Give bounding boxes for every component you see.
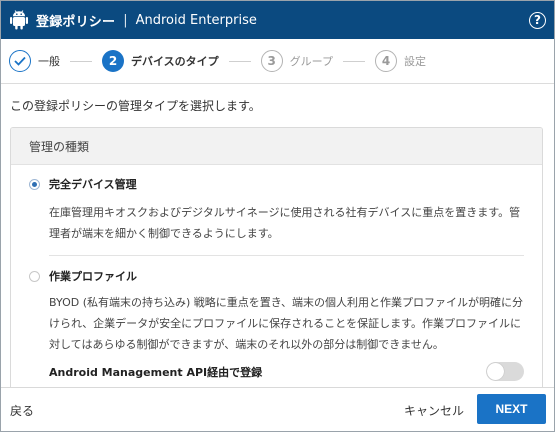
radio-unselected[interactable]: [29, 271, 40, 282]
dialog-title: 登録ポリシー: [36, 14, 116, 30]
enrollment-policy-dialog: 登録ポリシー | Android Enterprise ? 一般 2 デバイスの…: [0, 0, 555, 432]
footer-bar: 戻る キャンセル NEXT: [1, 387, 554, 431]
option-description: BYOD (私有端末の持ち込み) 戦略に重点を置き、端末の個人利用と作業プロファ…: [49, 296, 523, 351]
toggle-knob: [487, 363, 504, 380]
step-label: 一般: [38, 55, 60, 68]
wizard-steps: 一般 2 デバイスのタイプ 3 グループ 4 設定: [1, 39, 554, 84]
management-type-card: 管理の種類 完全デバイス管理 在庫管理用キオスクおよびデジタルサイネージに使用さ…: [10, 127, 543, 390]
option-label: 作業プロファイル: [49, 270, 137, 283]
option-description: 在庫管理用キオスクおよびデジタルサイネージに使用される社有デバイスに重点を置きま…: [49, 206, 521, 240]
radio-selected[interactable]: [29, 179, 40, 190]
next-button[interactable]: NEXT: [477, 394, 546, 424]
cancel-button[interactable]: キャンセル: [404, 402, 464, 419]
intro-text: この登録ポリシーの管理タイプを選択します。: [10, 99, 261, 113]
step-general[interactable]: 一般: [9, 50, 60, 72]
divider: [49, 255, 524, 256]
step-device-type[interactable]: 2 デバイスのタイプ: [102, 50, 219, 72]
ama-enroll-toggle[interactable]: [486, 362, 524, 381]
dialog-subtitle: Android Enterprise: [135, 12, 257, 28]
step-number: 4: [375, 50, 398, 72]
step-number: 2: [102, 50, 124, 72]
help-icon[interactable]: ?: [529, 11, 546, 29]
checkmark-icon: [9, 50, 31, 72]
step-label: 設定: [404, 55, 427, 68]
step-connector: [343, 60, 366, 62]
step-groups[interactable]: 3 グループ: [260, 50, 334, 72]
android-icon: [10, 10, 28, 30]
step-label: グループ: [289, 55, 334, 68]
back-button[interactable]: 戻る: [10, 402, 34, 419]
header-bar: 登録ポリシー | Android Enterprise ?: [1, 1, 554, 39]
card-heading: 管理の種類: [11, 128, 542, 165]
step-connector: [70, 60, 92, 62]
ama-enroll-row: Android Management API経由で登録: [49, 360, 524, 382]
step-connector: [228, 60, 251, 62]
step-settings[interactable]: 4 設定: [375, 50, 426, 72]
title-separator: |: [123, 12, 128, 28]
step-label: デバイスのタイプ: [131, 55, 219, 68]
option-label: 完全デバイス管理: [49, 178, 137, 191]
step-number: 3: [260, 50, 283, 72]
toggle-label: Android Management API経由で登録: [49, 366, 263, 379]
